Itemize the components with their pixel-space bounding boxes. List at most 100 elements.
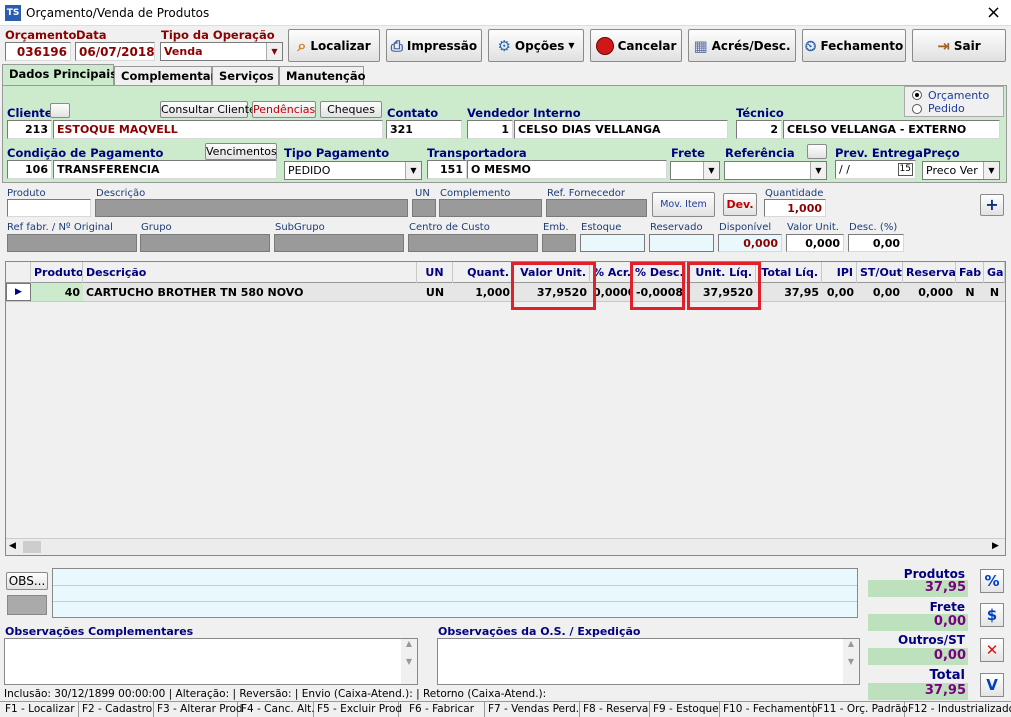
condicao-codigo-field[interactable]: 106 <box>7 160 52 179</box>
table-row[interactable]: ▶ 40 CARTUCHO BROTHER TN 580 NOVO UN 1,0… <box>6 283 1005 302</box>
chevron-down-icon[interactable]: ▼ <box>266 43 282 60</box>
fkey-f9[interactable]: F9 - Estoque <box>650 702 720 717</box>
fkey-f6[interactable]: F6 - Fabricar <box>399 702 485 717</box>
impressao-button[interactable]: ⎙ Impressão <box>386 29 482 62</box>
col-total-liq[interactable]: Total Líq. <box>756 262 822 283</box>
col-produto[interactable]: Produto <box>31 262 83 283</box>
tipo-pagamento-select[interactable]: PEDIDO ▼ <box>284 161 422 180</box>
frete-select[interactable]: ▼ <box>670 161 720 180</box>
opcoes-button[interactable]: ⚙ Opções ▼ <box>488 29 584 62</box>
tab-dados-principais[interactable]: Dados Principais <box>2 64 117 86</box>
fkey-f10[interactable]: F10 - Fechamento <box>720 702 818 717</box>
cliente-nome-field[interactable]: ESTOQUE MAQVELL <box>53 120 383 139</box>
localizar-button[interactable]: ⌕ Localizar <box>288 29 380 62</box>
prev-entrega-field[interactable]: / / 15 <box>835 160 916 179</box>
cell-ipi: 0,00 <box>826 286 854 299</box>
tab-complementar[interactable]: Complementar <box>114 66 216 85</box>
calendar-icon[interactable]: 15 <box>897 163 913 176</box>
obs-compl-scrollbar[interactable]: ▲ ▼ <box>401 639 417 684</box>
fkey-f3[interactable]: F3 - Alterar Prod <box>154 702 243 717</box>
vencimentos-button[interactable]: Vencimentos <box>205 143 277 160</box>
transportadora-nome-field[interactable]: O MESMO <box>467 160 667 179</box>
col-descricao[interactable]: Descrição <box>83 262 417 283</box>
tab-manutencao[interactable]: Manutenção <box>279 66 366 85</box>
desc-field[interactable]: 0,00 <box>848 234 904 252</box>
col-reserva[interactable]: Reserva <box>903 262 956 283</box>
chevron-down-icon[interactable]: ▼ <box>703 162 719 179</box>
fechamento-button[interactable]: ⏲ Fechamento <box>802 29 906 62</box>
horizontal-scrollbar[interactable]: ◀ ▶ <box>6 538 1005 555</box>
chevron-down-icon[interactable]: ▼ <box>983 162 999 179</box>
impressao-label: Impressão <box>406 38 478 53</box>
orcamento-field[interactable]: 036196 <box>5 42 71 61</box>
preco-select[interactable]: Preco Ver ▼ <box>922 161 1000 180</box>
contato-field[interactable]: 321 <box>386 120 462 139</box>
col-desc[interactable]: % Desc. <box>632 262 686 283</box>
col-ipi[interactable]: IPI <box>822 262 857 283</box>
obs-complementares-textarea[interactable]: ▲ ▼ <box>4 638 418 685</box>
tecnico-nome-field[interactable]: CELSO VELLANGA - EXTERNO <box>783 120 1000 139</box>
close-icon[interactable]: × <box>986 2 1001 23</box>
col-unit-liq[interactable]: Unit. Líq. <box>686 262 756 283</box>
fkey-f1[interactable]: F1 - Localizar <box>2 702 79 717</box>
condicao-nome-field[interactable]: TRANSFERENCIA <box>53 160 277 179</box>
vendedor-codigo-field[interactable]: 1 <box>467 120 513 139</box>
cell-acr: 0,0000 <box>593 286 632 299</box>
consultar-cliente-button[interactable]: Consultar Cliente <box>160 101 256 118</box>
vendedor-nome-field[interactable]: CELSO DIAS VELLANGA <box>514 120 728 139</box>
scroll-left-icon[interactable]: ◀ <box>9 541 16 551</box>
scroll-right-icon[interactable]: ▶ <box>992 541 999 551</box>
valor-unit-field[interactable]: 0,000 <box>786 234 844 252</box>
obs-button[interactable]: OBS... <box>6 572 48 590</box>
fkey-f12[interactable]: F12 - Industrializado <box>905 702 1011 717</box>
col-fab[interactable]: Fab <box>956 262 984 283</box>
col-st-out[interactable]: ST/Out. <box>857 262 903 283</box>
col-gar[interactable]: Gar <box>984 262 1005 283</box>
cheques-button[interactable]: Cheques <box>320 101 382 118</box>
tab-servicos[interactable]: Serviços <box>212 66 279 85</box>
fkey-f5[interactable]: F5 - Excluir Prod <box>314 702 402 717</box>
add-item-button[interactable]: + <box>980 194 1004 216</box>
quantidade-field[interactable]: 1,000 <box>764 199 826 217</box>
preco-label: Preço <box>923 146 960 160</box>
chevron-down-icon[interactable]: ▼ <box>405 162 421 179</box>
tecnico-codigo-field[interactable]: 2 <box>736 120 782 139</box>
fkey-f4[interactable]: F4 - Canc. Alt. <box>238 702 315 717</box>
fkey-f7[interactable]: F7 - Vendas Perd. <box>485 702 580 717</box>
confirm-button[interactable]: V <box>980 673 1004 697</box>
sair-button[interactable]: ⇥ Sair <box>912 29 1006 62</box>
obs-os-textarea[interactable]: ▲ ▼ <box>437 638 860 685</box>
cancelar-button[interactable]: Cancelar <box>590 29 682 62</box>
produto-label: Produto <box>7 188 46 199</box>
data-field[interactable]: 06/07/2018 <box>75 42 155 61</box>
produto-input[interactable] <box>7 199 91 217</box>
obs-text-area[interactable] <box>52 568 858 618</box>
cliente-codigo-field[interactable]: 213 <box>7 120 52 139</box>
col-acr[interactable]: % Acr. <box>590 262 632 283</box>
fkey-f11[interactable]: F11 - Orç. Padrão <box>814 702 908 717</box>
fkey-f2[interactable]: F2 - Cadastro <box>79 702 154 717</box>
transportadora-codigo-field[interactable]: 151 <box>427 160 467 179</box>
fkey-f8[interactable]: F8 - Reserva <box>580 702 650 717</box>
radio-pedido[interactable] <box>912 104 922 114</box>
radio-orcamento[interactable] <box>912 90 922 100</box>
tipo-operacao-select[interactable]: Venda ▼ <box>160 42 283 61</box>
col-un[interactable]: UN <box>417 262 453 283</box>
obs-os-scrollbar[interactable]: ▲ ▼ <box>843 639 859 684</box>
dev-button[interactable]: Dev. <box>723 193 757 216</box>
pendencias-button[interactable]: Pendências <box>252 101 316 118</box>
mov-item-button[interactable]: Mov. Item <box>652 192 715 217</box>
referencia-lookup-button[interactable] <box>807 144 827 159</box>
scrollbar-thumb[interactable] <box>23 541 41 553</box>
cliente-lookup-button[interactable] <box>50 103 70 118</box>
acres-desc-button[interactable]: ▦ Acrés/Desc. <box>688 29 796 62</box>
cell-st-out: 0,00 <box>872 286 900 299</box>
col-quant[interactable]: Quant. <box>453 262 513 283</box>
delete-button[interactable]: ✕ <box>980 638 1004 662</box>
percent-button[interactable]: % <box>980 569 1004 593</box>
referencia-select[interactable]: ▼ <box>724 161 827 180</box>
chevron-down-icon[interactable]: ▼ <box>810 162 826 179</box>
cell-produto: 40 <box>31 283 83 301</box>
dollar-button[interactable]: $ <box>980 603 1004 627</box>
col-valor-unit[interactable]: Valor Unit. <box>513 262 590 283</box>
